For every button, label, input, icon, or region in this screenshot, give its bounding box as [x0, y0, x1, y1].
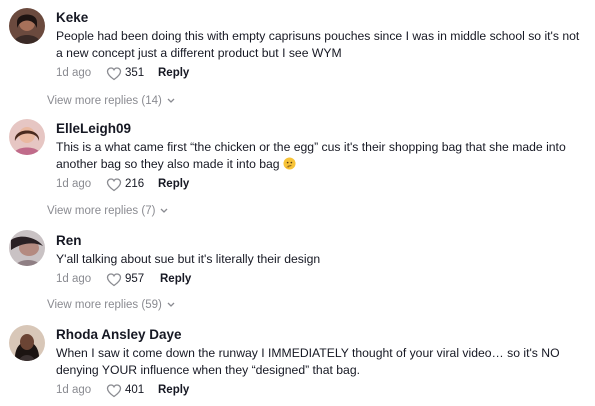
- reply-button[interactable]: Reply: [160, 273, 191, 285]
- comment-username[interactable]: Rhoda Ansley Daye: [56, 327, 182, 342]
- heart-icon[interactable]: [106, 177, 122, 193]
- view-more-replies-button[interactable]: View more replies (7): [47, 205, 168, 217]
- comment-username[interactable]: ElleLeigh09: [56, 121, 131, 136]
- comment-text: When I saw it come down the runway I IMM…: [56, 346, 560, 377]
- comment-username[interactable]: Keke: [56, 10, 88, 25]
- reply-button[interactable]: Reply: [158, 178, 189, 190]
- chevron-down-icon: [160, 208, 168, 213]
- comment-text: Y'all talking about sue but it's literal…: [56, 252, 321, 266]
- view-more-replies-label: View more replies (14): [47, 95, 162, 107]
- chevron-down-icon: [167, 98, 175, 103]
- reply-button[interactable]: Reply: [158, 384, 189, 396]
- avatar[interactable]: [9, 119, 45, 155]
- chevron-down-icon: [167, 302, 175, 307]
- like-count: 401: [125, 384, 145, 396]
- heart-icon[interactable]: [106, 66, 122, 82]
- comment-time: 1d ago: [56, 273, 92, 285]
- like-count: 351: [125, 67, 145, 79]
- heart-icon[interactable]: [106, 383, 122, 399]
- thinking-face-icon: [283, 157, 296, 170]
- avatar[interactable]: [9, 8, 45, 44]
- view-more-replies-label: View more replies (59): [47, 299, 162, 311]
- like-count: 216: [125, 178, 145, 190]
- avatar[interactable]: [9, 325, 45, 361]
- view-more-replies-label: View more replies (7): [47, 205, 156, 217]
- view-more-replies-button[interactable]: View more replies (59): [47, 299, 175, 311]
- comment-time: 1d ago: [56, 384, 92, 396]
- comment-text-body: This is a what came first “the chicken o…: [56, 140, 566, 171]
- comment-text: This is a what came first “the chicken o…: [56, 139, 586, 173]
- reply-button[interactable]: Reply: [158, 67, 189, 79]
- comment-username[interactable]: Ren: [56, 233, 82, 248]
- comment-text: People had been doing this with empty ca…: [56, 29, 580, 60]
- comment-time: 1d ago: [56, 67, 92, 79]
- view-more-replies-button[interactable]: View more replies (14): [47, 95, 175, 107]
- heart-icon[interactable]: [106, 272, 122, 288]
- avatar[interactable]: [9, 230, 45, 266]
- like-count: 957: [125, 273, 145, 285]
- comment-time: 1d ago: [56, 178, 92, 190]
